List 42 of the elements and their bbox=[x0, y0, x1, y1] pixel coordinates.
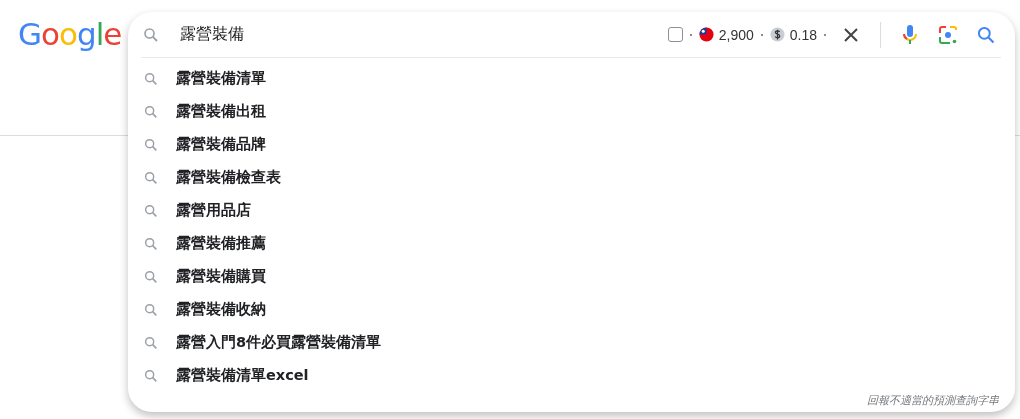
search-icon bbox=[143, 268, 159, 285]
search-icon bbox=[143, 334, 159, 351]
suggestion-item[interactable]: 露營入門8件必買露營裝備清單 bbox=[128, 326, 1015, 359]
suggestion-item[interactable]: 露營裝備推薦 bbox=[128, 227, 1015, 260]
search-icon bbox=[976, 24, 996, 45]
suggestion-text: 露營裝備購買 bbox=[176, 267, 266, 286]
microphone-icon bbox=[900, 23, 920, 46]
suggestion-text: 露營裝備清單 bbox=[176, 69, 266, 88]
search-icon bbox=[143, 202, 159, 219]
search-icon bbox=[143, 103, 159, 120]
checkbox[interactable] bbox=[667, 27, 683, 42]
search-icon bbox=[143, 235, 159, 252]
flag-icon bbox=[698, 27, 714, 42]
suggestion-text: 露營裝備出租 bbox=[176, 102, 266, 121]
suggestion-item[interactable]: 露營裝備購買 bbox=[128, 260, 1015, 293]
camera-icon bbox=[937, 23, 959, 46]
suggestion-item[interactable]: 露營用品店 bbox=[128, 194, 1015, 227]
search-icon bbox=[143, 70, 159, 87]
suggestion-item[interactable]: 露營裝備檢查表 bbox=[128, 161, 1015, 194]
suggestion-text: 露營裝備推薦 bbox=[176, 234, 266, 253]
suggestion-text: 露營裝備檢查表 bbox=[176, 168, 281, 187]
search-icon bbox=[143, 136, 159, 153]
suggestion-text: 露營裝備品牌 bbox=[176, 135, 266, 154]
suggestion-item[interactable]: 露營裝備品牌 bbox=[128, 128, 1015, 161]
search-volume: 2,900 bbox=[718, 26, 754, 43]
suggestion-item[interactable]: 露營裝備出租 bbox=[128, 95, 1015, 128]
suggestion-text: 露營入門8件必買露營裝備清單 bbox=[176, 333, 382, 352]
search-icon bbox=[143, 301, 159, 318]
search-icon bbox=[143, 367, 159, 384]
report-link[interactable]: 回報不適當的預測查詢字串 bbox=[867, 393, 999, 408]
google-logo[interactable]: Google bbox=[18, 16, 122, 52]
suggestion-text: 露營裝備收納 bbox=[176, 300, 266, 319]
suggestion-item[interactable]: 露營裝備清單 bbox=[128, 62, 1015, 95]
cost-per-click: 0.18 bbox=[789, 26, 817, 43]
suggestion-text: 露營裝備清單excel bbox=[176, 366, 309, 385]
dollar-icon bbox=[769, 27, 785, 42]
suggestion-text: 露營用品店 bbox=[176, 201, 251, 220]
suggestion-item[interactable]: 露營裝備收納 bbox=[128, 293, 1015, 326]
suggestion-item[interactable]: 露營裝備清單excel bbox=[128, 359, 1015, 392]
search-icon bbox=[143, 169, 159, 186]
search-icon bbox=[142, 25, 160, 44]
close-icon bbox=[843, 26, 859, 43]
